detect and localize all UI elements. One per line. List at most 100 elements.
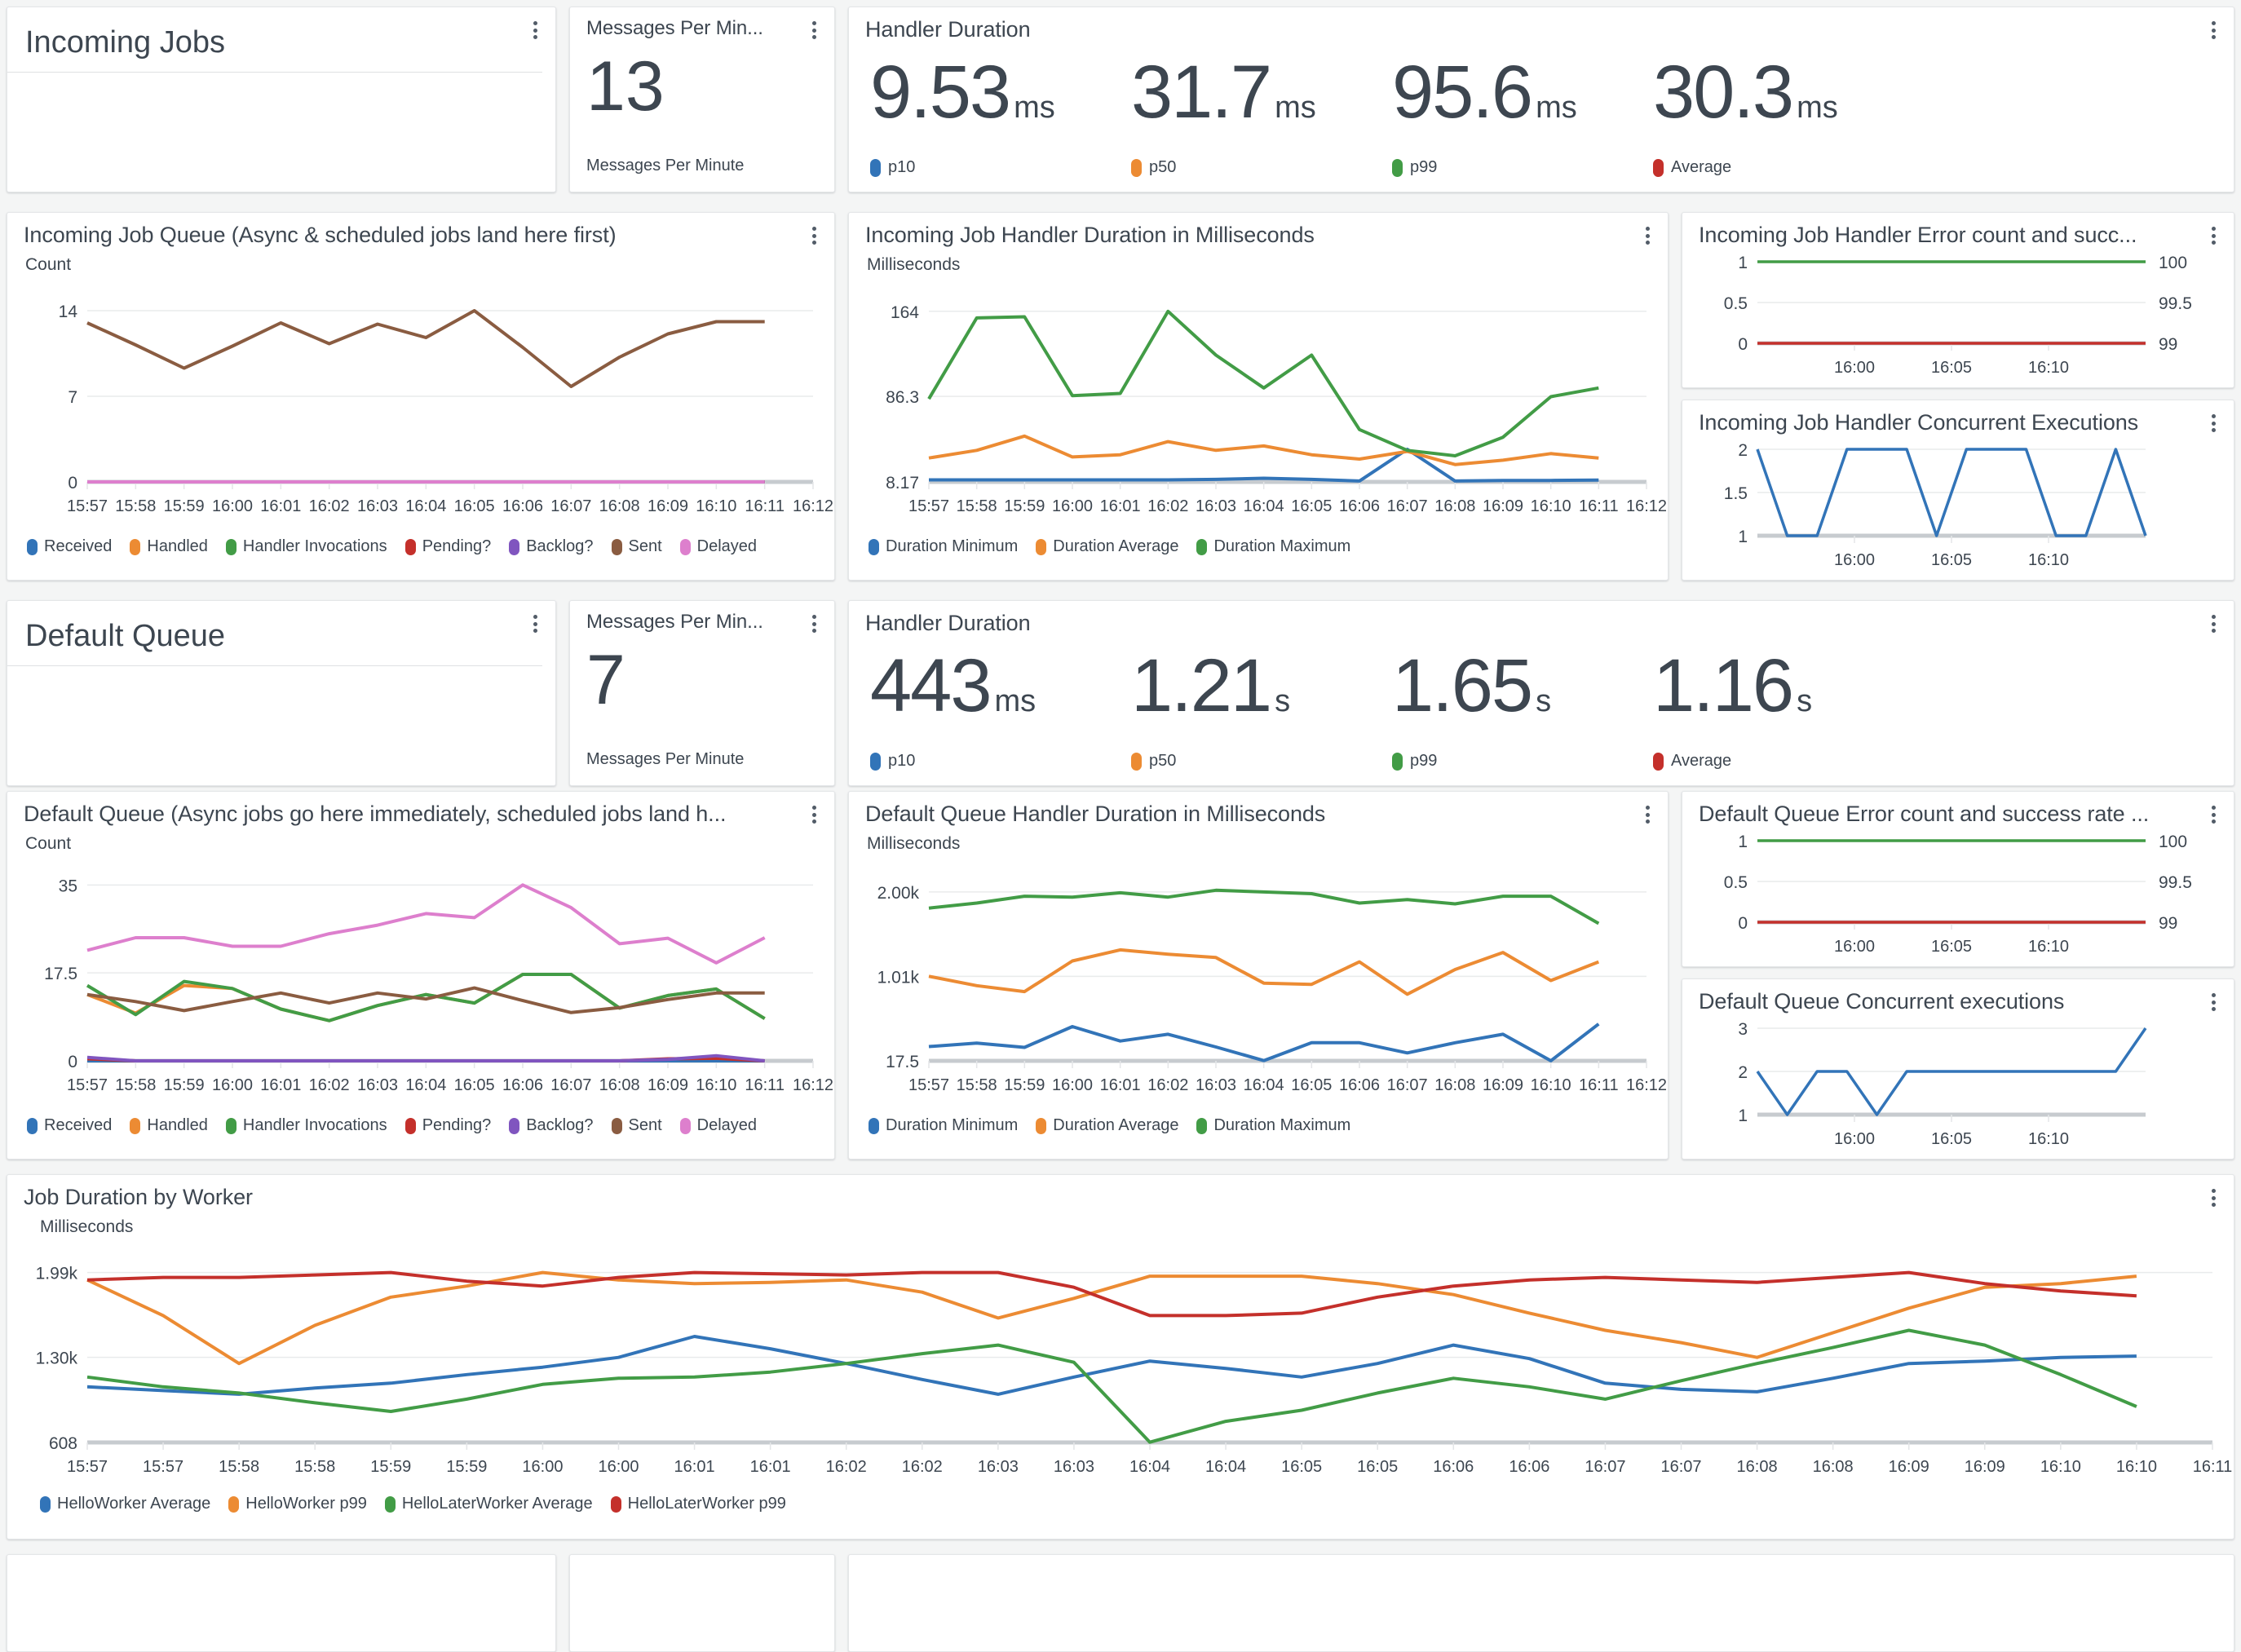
svg-text:16:00: 16:00	[1834, 551, 1875, 569]
legend: Received Handled Handler Invocations Pendin…	[27, 1116, 826, 1135]
legend-item[interactable]: Handler Invocations	[225, 537, 387, 556]
svg-text:17.5: 17.5	[886, 1053, 919, 1071]
panel-menu-icon[interactable]	[2206, 991, 2221, 1014]
plot-area[interactable]: 17.5 1.01k 2.00k 15:57 15:58 15:59 16:00 16:01 1…	[849, 862, 1668, 1106]
legend-item[interactable]: Pending?	[404, 537, 491, 556]
graph-panel-incoming-handler-duration-ms: Incoming Job Handler Duration in Millise…	[848, 212, 1669, 581]
svg-text:15:57: 15:57	[143, 1458, 183, 1476]
svg-text:3: 3	[1738, 1020, 1748, 1039]
panel-menu-icon[interactable]	[2206, 412, 2221, 435]
legend-item[interactable]: Received	[27, 537, 112, 556]
svg-text:16:00: 16:00	[1834, 1130, 1875, 1148]
legend-item[interactable]: p50	[1131, 752, 1392, 771]
svg-text:16:00: 16:00	[598, 1458, 639, 1476]
svg-text:15:58: 15:58	[115, 1076, 156, 1094]
legend-item[interactable]: Backlog?	[509, 1116, 594, 1135]
legend-item[interactable]: p50	[1131, 158, 1392, 177]
svg-text:15:58: 15:58	[294, 1458, 335, 1476]
plot-area[interactable]: 8.17 86.3 164 15:57 15:58 15:59 16:00 16:01 16:0…	[849, 283, 1668, 528]
panel-menu-icon[interactable]	[2206, 19, 2221, 42]
legend-item[interactable]: p99	[1392, 752, 1653, 771]
legend-item[interactable]: Handled	[130, 537, 208, 556]
legend-swatch	[870, 752, 881, 771]
plot-area[interactable]: 1 2 3 16:00 16:05 16:10	[1682, 1015, 2234, 1157]
legend-item[interactable]: Average	[1653, 158, 1914, 177]
stat-panel-next-partial-2	[848, 1554, 2234, 1652]
row-header-incoming-jobs: Incoming Jobs	[7, 7, 556, 192]
panel-menu-icon[interactable]	[807, 612, 821, 635]
panel-menu-icon[interactable]	[807, 19, 821, 42]
panel-menu-icon[interactable]	[1640, 224, 1655, 247]
legend-item[interactable]: Received	[27, 1116, 112, 1135]
svg-text:16:04: 16:04	[1244, 1076, 1284, 1094]
plot-area[interactable]: 0 17.5 35 15:57 15:58 15:59 16:00 16:01 16:02 16:…	[7, 862, 834, 1106]
panel-menu-icon[interactable]	[807, 224, 821, 247]
plot-area[interactable]: 0 7 14 15:57 15:58 15:59 16:00 16:01 16:02 16:03 1…	[7, 283, 834, 528]
legend-label: p50	[1149, 158, 1177, 176]
svg-text:16:00: 16:00	[1052, 497, 1093, 515]
legend-swatch	[1196, 1117, 1208, 1134]
svg-text:16:11: 16:11	[745, 497, 785, 515]
legend-item[interactable]: Sent	[611, 537, 662, 556]
panel-menu-icon[interactable]	[2206, 224, 2221, 247]
legend-item[interactable]: Duration Minimum	[869, 537, 1018, 556]
legend-item[interactable]: p10	[870, 158, 1131, 177]
legend-label: Handled	[147, 1116, 208, 1134]
legend-item[interactable]: Backlog?	[509, 537, 594, 556]
graph-panel-incoming-concurrent-executions: Incoming Job Handler Concurrent Executio…	[1682, 400, 2234, 581]
legend-item[interactable]: Duration Maximum	[1196, 537, 1350, 556]
panel-menu-icon[interactable]	[1640, 803, 1655, 826]
stat-value: 13	[586, 47, 665, 126]
legend-item[interactable]: Duration Minimum	[869, 1116, 1018, 1135]
svg-text:17.5: 17.5	[44, 965, 77, 983]
svg-text:16:00: 16:00	[522, 1458, 563, 1476]
panel-menu-icon[interactable]	[528, 19, 542, 42]
svg-text:0: 0	[1738, 335, 1748, 354]
svg-text:16:05: 16:05	[1291, 1076, 1332, 1094]
panel-menu-icon[interactable]	[2206, 803, 2221, 826]
svg-text:16:08: 16:08	[599, 1076, 640, 1094]
panel-menu-icon[interactable]	[2206, 612, 2221, 635]
svg-text:16:10: 16:10	[1531, 1076, 1571, 1094]
legend-item[interactable]: Pending?	[404, 1116, 491, 1135]
panel-menu-icon[interactable]	[528, 612, 542, 635]
svg-text:15:58: 15:58	[957, 1076, 997, 1094]
svg-text:7: 7	[68, 388, 77, 407]
stat-panel-next-partial	[569, 1554, 835, 1652]
legend-item[interactable]: Delayed	[679, 537, 757, 556]
stat-unit: ms	[1275, 91, 1316, 125]
svg-text:16:10: 16:10	[2116, 1458, 2157, 1476]
svg-text:1: 1	[1738, 254, 1748, 272]
legend-item[interactable]: Average	[1653, 752, 1914, 771]
graph-panel-default-queue: Default Queue (Async jobs go here immedi…	[7, 791, 835, 1159]
plot-area[interactable]: 1 1.5 2 16:00 16:05 16:10	[1682, 436, 2234, 578]
legend-item[interactable]: Delayed	[679, 1116, 757, 1135]
legend-item[interactable]: p99	[1392, 158, 1653, 177]
svg-text:16:07: 16:07	[1387, 497, 1428, 515]
svg-text:16:10: 16:10	[2028, 938, 2069, 956]
legend-item[interactable]: Duration Average	[1036, 1116, 1178, 1135]
legend-item[interactable]: Duration Maximum	[1196, 1116, 1350, 1135]
panel-menu-icon[interactable]	[2206, 1186, 2221, 1209]
legend-item[interactable]: p10	[870, 752, 1131, 771]
legend-swatch	[1036, 1117, 1047, 1134]
legend-item[interactable]: Sent	[611, 1116, 662, 1135]
legend-item[interactable]: HelloWorker p99	[228, 1495, 367, 1513]
legend-item[interactable]: Duration Average	[1036, 537, 1178, 556]
legend-item[interactable]: Handler Invocations	[225, 1116, 387, 1135]
svg-text:1.30k: 1.30k	[36, 1349, 78, 1368]
svg-text:16:08: 16:08	[1434, 1076, 1475, 1094]
legend-label: Duration Average	[1053, 1116, 1179, 1134]
stat-value: 7	[586, 641, 625, 719]
legend-item[interactable]: HelloWorker Average	[40, 1495, 210, 1513]
legend-item[interactable]: Handled	[130, 1116, 208, 1135]
svg-text:100: 100	[2159, 833, 2187, 851]
panel-menu-icon[interactable]	[807, 803, 821, 826]
legend-item[interactable]: HelloLaterWorker p99	[610, 1495, 786, 1513]
plot-area[interactable]: 0 99 0.5 99.5 1 100 16:00 16:05 16:10	[1682, 249, 2234, 386]
svg-text:16:01: 16:01	[260, 497, 301, 515]
panel-title: Default Queue Error count and success ra…	[1699, 802, 2150, 826]
legend-item[interactable]: HelloLaterWorker Average	[384, 1495, 593, 1513]
plot-area[interactable]: 608 1.30k 1.99k 15:57 15:57 15:58 15:58 15:59 15…	[7, 1243, 2234, 1488]
plot-area[interactable]: 0 99 0.5 99.5 1 100 16:00 16:05 16:10	[1682, 828, 2234, 965]
